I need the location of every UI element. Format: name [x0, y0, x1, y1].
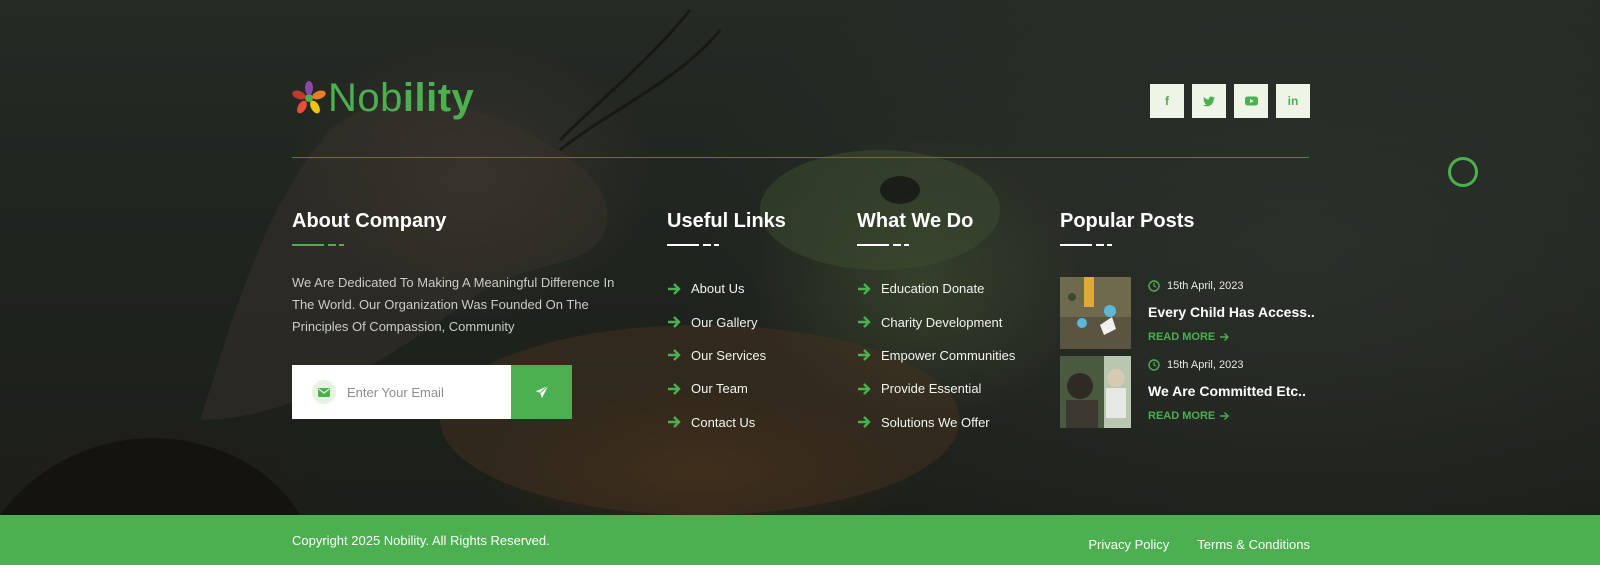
twitter-button[interactable] — [1192, 84, 1226, 118]
brand-name: Nobility — [328, 76, 474, 120]
arrow-right-icon — [858, 282, 871, 295]
link-our-services[interactable]: Our Services — [667, 339, 766, 372]
what-we-do-underline — [857, 244, 909, 246]
privacy-policy-link[interactable]: Privacy Policy — [1088, 537, 1169, 552]
link-label: Charity Development — [881, 314, 1003, 330]
arrow-right-icon — [858, 349, 871, 362]
arrow-right-icon — [1220, 333, 1230, 341]
link-label: Empower Communities — [881, 347, 1016, 363]
read-more-link[interactable]: READ MORE — [1148, 331, 1230, 343]
arrow-right-icon — [668, 282, 681, 295]
about-description: We Are Dedicated To Making A Meaningful … — [292, 275, 615, 334]
youtube-icon — [1244, 96, 1258, 106]
copyright-bar: Copyright 2025 Nobility. All Rights Rese… — [0, 515, 1600, 565]
link-our-gallery[interactable]: Our Gallery — [667, 305, 766, 338]
post-title[interactable]: Every Child Has Access.. — [1148, 304, 1318, 320]
link-label: Our Gallery — [691, 314, 758, 330]
read-more-label: READ MORE — [1148, 410, 1216, 422]
youtube-button[interactable] — [1234, 84, 1268, 118]
social-links: f in — [1150, 84, 1310, 118]
post-title[interactable]: We Are Committed Etc.. — [1148, 383, 1318, 399]
about-title: About Company — [292, 210, 447, 232]
arrow-right-icon — [1220, 412, 1230, 420]
link-empower-communities[interactable]: Empower Communities — [857, 339, 1015, 372]
link-solutions-we-offer[interactable]: Solutions We Offer — [857, 406, 1015, 439]
legal-links: Privacy Policy Terms & Conditions — [1088, 537, 1310, 552]
arrow-right-icon — [858, 383, 871, 395]
terms-conditions-link[interactable]: Terms & Conditions — [1197, 537, 1310, 552]
link-education-donate[interactable]: Education Donate — [857, 272, 1015, 305]
decorative-ring — [1448, 157, 1478, 187]
useful-links-underline — [667, 244, 719, 246]
popular-post: 15th April, 2023 Every Child Has Access.… — [1060, 277, 1320, 349]
arrow-right-icon — [668, 349, 681, 362]
facebook-button[interactable]: f — [1150, 84, 1184, 118]
clock-icon — [1148, 359, 1160, 371]
read-more-label: READ MORE — [1148, 331, 1216, 343]
post-date: 15th April, 2023 — [1148, 280, 1243, 292]
link-contact-us[interactable]: Contact Us — [667, 406, 766, 439]
mail-icon — [312, 380, 336, 404]
link-about-us[interactable]: About Us — [667, 272, 766, 305]
post-date-text: 15th April, 2023 — [1167, 280, 1244, 292]
facebook-icon: f — [1165, 94, 1169, 108]
logo-flower-icon — [292, 81, 326, 114]
email-input[interactable] — [347, 384, 497, 400]
about-title-underline — [292, 244, 344, 246]
brand-logo[interactable]: Nobility — [292, 76, 474, 120]
arrow-right-icon — [858, 416, 871, 429]
arrow-right-icon — [858, 316, 871, 328]
header-divider — [292, 157, 1309, 158]
post-thumbnail[interactable] — [1060, 277, 1131, 349]
link-label: Solutions We Offer — [881, 414, 990, 430]
linkedin-button[interactable]: in — [1276, 84, 1310, 118]
arrow-right-icon — [668, 383, 681, 395]
link-label: Our Services — [691, 347, 767, 363]
arrow-right-icon — [668, 316, 681, 328]
post-date: 15th April, 2023 — [1148, 359, 1243, 371]
link-label: Contact Us — [691, 414, 756, 430]
what-we-do-title: What We Do — [857, 210, 974, 232]
subscribe-button[interactable] — [511, 365, 572, 419]
background-illustration — [0, 9, 1000, 515]
link-label: Education Donate — [881, 281, 985, 297]
send-icon — [535, 385, 548, 399]
copyright-text: Copyright 2025 Nobility. All Rights Rese… — [292, 533, 550, 548]
link-label: About Us — [691, 281, 745, 297]
brand-name-bold: ility — [402, 76, 475, 120]
what-we-do-list: Education Donate Charity Development Emp… — [857, 272, 1015, 439]
brand-name-light: Nob — [328, 76, 403, 120]
linkedin-icon: in — [1287, 94, 1299, 108]
link-charity-development[interactable]: Charity Development — [857, 305, 1015, 338]
arrow-right-icon — [668, 416, 681, 429]
newsletter-form — [292, 365, 572, 419]
link-our-team[interactable]: Our Team — [667, 372, 766, 405]
link-provide-essential[interactable]: Provide Essential — [857, 372, 1015, 405]
popular-posts-underline — [1060, 244, 1112, 246]
popular-posts-title: Popular Posts — [1060, 210, 1195, 232]
email-field[interactable] — [292, 365, 511, 419]
clock-icon — [1148, 280, 1160, 292]
post-thumbnail[interactable] — [1060, 356, 1131, 428]
popular-post: 15th April, 2023 We Are Committed Etc.. … — [1060, 356, 1320, 428]
useful-links-list: About Us Our Gallery Our Services Our Te… — [667, 272, 766, 439]
read-more-link[interactable]: READ MORE — [1148, 410, 1230, 422]
useful-links-title: Useful Links — [667, 210, 786, 232]
link-label: Provide Essential — [881, 381, 982, 397]
twitter-icon — [1203, 96, 1215, 106]
post-date-text: 15th April, 2023 — [1167, 359, 1244, 371]
link-label: Our Team — [691, 381, 748, 397]
